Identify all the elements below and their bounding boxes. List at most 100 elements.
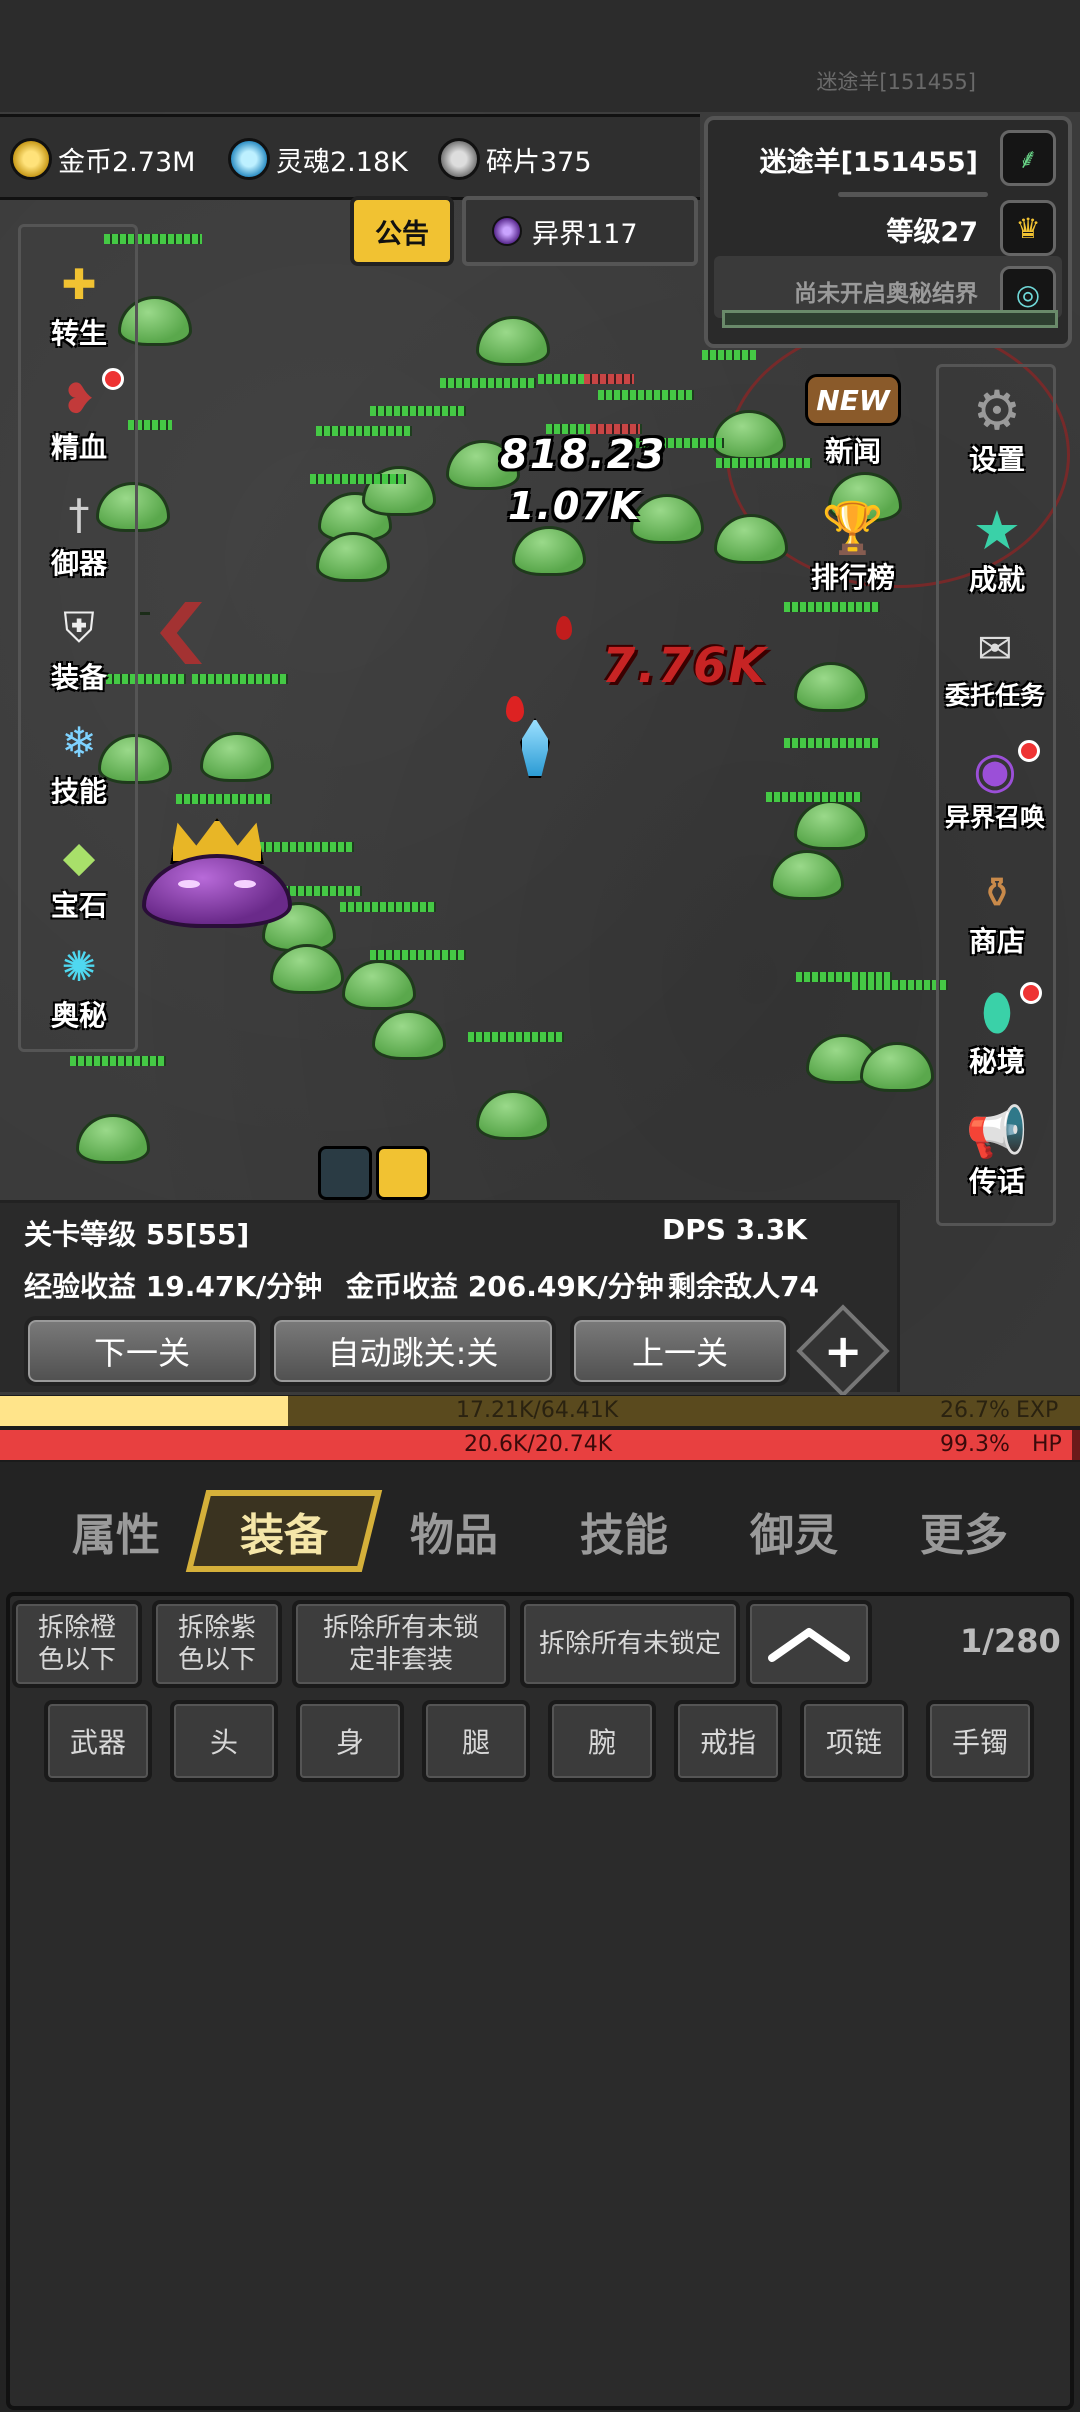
leaderboard-icon: 🏆: [821, 498, 885, 557]
skill-icon: ❄: [61, 717, 97, 767]
tab-spirits[interactable]: 御灵: [718, 1490, 870, 1572]
menu-secret-land[interactable]: ⬮ 秘境: [942, 976, 1052, 1088]
menu-equipment[interactable]: ⛨ 装备: [24, 592, 134, 704]
menu-news[interactable]: NEW 新闻: [798, 374, 908, 486]
notification-dot: [1018, 740, 1040, 762]
notification-dot: [102, 368, 124, 390]
mystery-icon: ✺: [61, 941, 97, 991]
slime-enemy: [794, 796, 868, 850]
buff-sword-icon[interactable]: [376, 1146, 430, 1200]
exp-bar-fill: [0, 1396, 289, 1426]
auto-skip-toggle[interactable]: 自动跳关:关: [270, 1316, 556, 1386]
player-level: 等级27: [886, 217, 978, 248]
tab-skills[interactable]: 技能: [548, 1490, 700, 1572]
hp-bar: 20.6K/20.74K 99.3% HP: [0, 1430, 1080, 1460]
player-panel: 迷途羊[151455] ⸙ 等级27 ♛ 尚未开启奥秘结界 ◎: [704, 116, 1072, 348]
enemy-hp-bar: [784, 738, 880, 748]
slot-bracelet[interactable]: 手镯: [926, 1700, 1034, 1782]
hp-text: 20.6K/20.74K: [464, 1432, 613, 1457]
slot-weapon[interactable]: 武器: [44, 1700, 152, 1782]
slime-enemy: [372, 1006, 446, 1060]
fragment-amount: 碎片375: [486, 146, 592, 178]
slime-enemy: [200, 728, 274, 782]
enemy-hp-bar: [584, 374, 634, 384]
exp-percent: 26.7%: [940, 1398, 1010, 1423]
chevron-left-icon: [160, 602, 202, 664]
enemy-hp-bar: [370, 406, 466, 416]
stage-level: 关卡等级 55[55]: [24, 1218, 250, 1251]
dismantle-purple-button[interactable]: 拆除紫色以下: [152, 1600, 282, 1688]
enemy-hp-bar: [370, 950, 466, 960]
equipment-icon: ⛨: [63, 603, 95, 652]
enemy-hp-bar: [468, 1032, 564, 1042]
menu-quest[interactable]: ✉ 委托任务: [940, 612, 1050, 724]
enemy-hp-bar: [440, 378, 536, 388]
menu-settings[interactable]: ⚙ 设置: [942, 374, 1052, 486]
dismantle-orange-button[interactable]: 拆除橙色以下: [12, 1600, 142, 1688]
rebirth-icon: ✚: [61, 259, 97, 309]
tab-more[interactable]: 更多: [888, 1490, 1040, 1572]
hp-percent: 99.3%: [940, 1432, 1010, 1457]
achievement-icon: ★: [972, 498, 1022, 562]
gear-icon: ⚙: [972, 378, 1022, 442]
collapse-button[interactable]: [746, 1600, 872, 1688]
soul-icon: [228, 138, 270, 180]
dismantle-unlocked-button[interactable]: 拆除所有未锁定: [520, 1600, 740, 1688]
enemy-hp-bar: [176, 794, 272, 804]
battle-field: 迷途羊[151455] 818.23 1.07K 7.76K 金币2.73M 灵…: [0, 0, 1080, 1395]
enemies-left: 剩余敌人74: [668, 1270, 819, 1303]
soul-amount: 灵魂2.18K: [276, 146, 408, 178]
slot-ring[interactable]: 戒指: [674, 1700, 782, 1782]
slime-enemy: [362, 462, 436, 516]
menu-shop[interactable]: ⚱ 商店: [942, 856, 1052, 968]
profile-icon[interactable]: ⸙: [1000, 130, 1056, 186]
slime-enemy: [712, 406, 786, 460]
slime-enemy: [476, 1086, 550, 1140]
next-stage-button[interactable]: 下一关: [24, 1316, 260, 1386]
news-icon: NEW: [805, 374, 901, 426]
tab-equipment[interactable]: 装备: [185, 1490, 383, 1572]
crown-icon[interactable]: ♛: [1000, 200, 1056, 256]
menu-skill[interactable]: ❄ 技能: [24, 706, 134, 818]
menu-sword-control[interactable]: † 御器: [24, 478, 134, 590]
purple-boss-slime: [142, 818, 292, 928]
slot-wrist[interactable]: 腕: [548, 1700, 656, 1782]
enemy-hp-bar: [192, 674, 288, 684]
slime-enemy: [76, 1110, 150, 1164]
otherworld-button[interactable]: 异界117: [462, 196, 698, 266]
menu-blood-essence[interactable]: ❥ 精血: [24, 362, 134, 474]
player-name: 迷途羊[151455]: [759, 147, 978, 178]
gold-amount: 金币2.73M: [58, 146, 196, 178]
plus-icon: +: [823, 1323, 863, 1378]
notice-button[interactable]: 公告: [350, 196, 454, 266]
tab-items[interactable]: 物品: [378, 1490, 530, 1572]
player-name-faint: 迷途羊[151455]: [816, 70, 976, 94]
menu-achievement[interactable]: ★ 成就: [942, 494, 1052, 606]
menu-summon[interactable]: ◉ 异界召唤: [940, 734, 1050, 846]
buff-wind-icon[interactable]: [318, 1146, 372, 1200]
menu-leaderboard[interactable]: 🏆 排行榜: [798, 492, 908, 604]
player-character: [506, 696, 562, 792]
menu-message[interactable]: 📢 传话: [942, 1096, 1052, 1208]
menu-gem[interactable]: ◆ 宝石: [24, 820, 134, 932]
slot-necklace[interactable]: 项链: [800, 1700, 908, 1782]
dismantle-unlocked-nonset-button[interactable]: 拆除所有未锁定非套装: [292, 1600, 510, 1688]
slot-body[interactable]: 身: [296, 1700, 404, 1782]
slot-head[interactable]: 头: [170, 1700, 278, 1782]
resource-bar: 金币2.73M 灵魂2.18K 碎片375: [0, 114, 700, 200]
menu-mystery[interactable]: ✺ 奥秘: [24, 930, 134, 1042]
blood-splash: [556, 616, 572, 640]
slime-enemy: [270, 940, 344, 994]
slime-enemy: [342, 956, 416, 1010]
chevron-up-icon: [768, 1628, 850, 1662]
prev-stage-button[interactable]: 上一关: [570, 1316, 790, 1386]
slime-enemy: [860, 1038, 934, 1092]
damage-number: 7.76K: [602, 638, 768, 694]
tab-attributes[interactable]: 属性: [40, 1490, 192, 1572]
menu-rebirth[interactable]: ✚ 转生: [24, 248, 134, 360]
enemy-hp-bar: [766, 792, 862, 802]
fragment-icon: [438, 138, 480, 180]
enemy-hp-bar: [852, 980, 948, 990]
slot-legs[interactable]: 腿: [422, 1700, 530, 1782]
gold-resource: 金币2.73M: [10, 135, 195, 183]
